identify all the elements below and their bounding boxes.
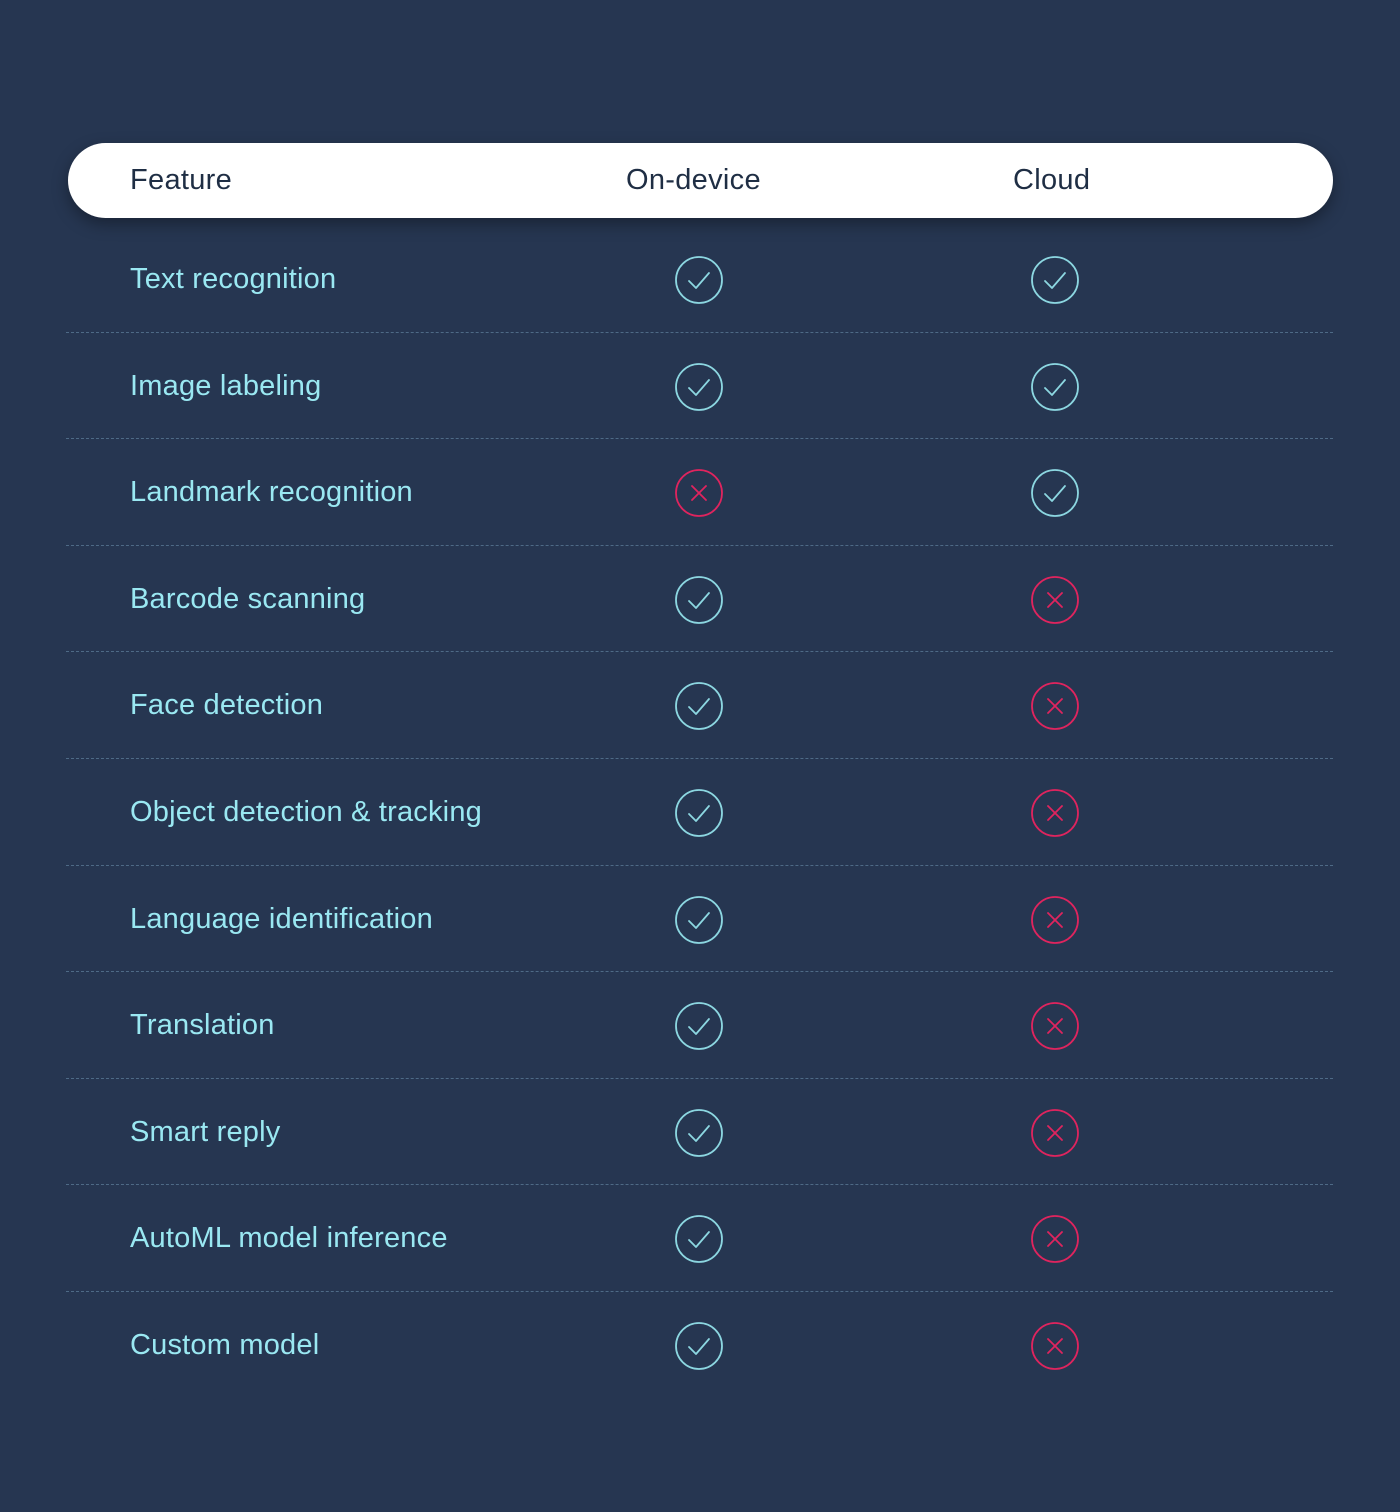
table-row: Face detection (66, 652, 1333, 759)
feature-label: Text recognition (130, 263, 337, 295)
table-row: Object detection & tracking (66, 759, 1333, 866)
check-circle-icon (674, 362, 724, 412)
x-circle-icon (1030, 1108, 1080, 1158)
header-feature: Feature (130, 164, 233, 196)
table-header: Feature On-device Cloud (68, 143, 1333, 218)
check-circle-icon (674, 1214, 724, 1264)
feature-label: Language identification (130, 902, 433, 935)
x-circle-icon (1030, 1001, 1080, 1051)
x-circle-icon (1030, 1321, 1080, 1371)
x-circle-icon (1030, 895, 1080, 945)
table-row: Smart reply (66, 1079, 1333, 1186)
table-row: Landmark recognition (66, 439, 1333, 546)
check-circle-icon (674, 788, 724, 838)
table-body: Text recognition Image labeling Landmark r… (66, 226, 1333, 1399)
table-row: Translation (66, 972, 1333, 1079)
feature-comparison-table: Feature On-device Cloud Text recognition… (0, 0, 1400, 1512)
header-on-device: On-device (626, 164, 761, 196)
check-circle-icon (1030, 468, 1080, 518)
table-row: Custom model (66, 1292, 1333, 1399)
x-circle-icon (1030, 681, 1080, 731)
check-circle-icon (674, 1108, 724, 1158)
x-circle-icon (674, 468, 724, 518)
feature-label: Translation (130, 1009, 275, 1042)
x-circle-icon (1030, 575, 1080, 625)
feature-label: Face detection (130, 689, 324, 722)
feature-label: Image labeling (130, 369, 322, 402)
check-circle-icon (674, 255, 724, 305)
check-circle-icon (1030, 362, 1080, 412)
feature-label: Smart reply (130, 1115, 281, 1148)
table-row: Text recognition (66, 226, 1333, 333)
feature-label: Custom model (130, 1328, 320, 1361)
feature-label: Landmark recognition (130, 476, 413, 509)
check-circle-icon (674, 1001, 724, 1051)
table-row: Image labeling (66, 333, 1333, 440)
check-circle-icon (1030, 255, 1080, 305)
x-circle-icon (1030, 1214, 1080, 1264)
header-cloud: Cloud (1013, 164, 1091, 196)
check-circle-icon (674, 681, 724, 731)
check-circle-icon (674, 575, 724, 625)
feature-label: Object detection & tracking (130, 795, 482, 828)
x-circle-icon (1030, 788, 1080, 838)
check-circle-icon (674, 895, 724, 945)
table-row: Barcode scanning (66, 546, 1333, 653)
check-circle-icon (674, 1321, 724, 1371)
feature-label: Barcode scanning (130, 582, 366, 615)
feature-label: AutoML model inference (130, 1222, 448, 1255)
table-row: AutoML model inference (66, 1185, 1333, 1292)
table-row: Language identification (66, 866, 1333, 973)
